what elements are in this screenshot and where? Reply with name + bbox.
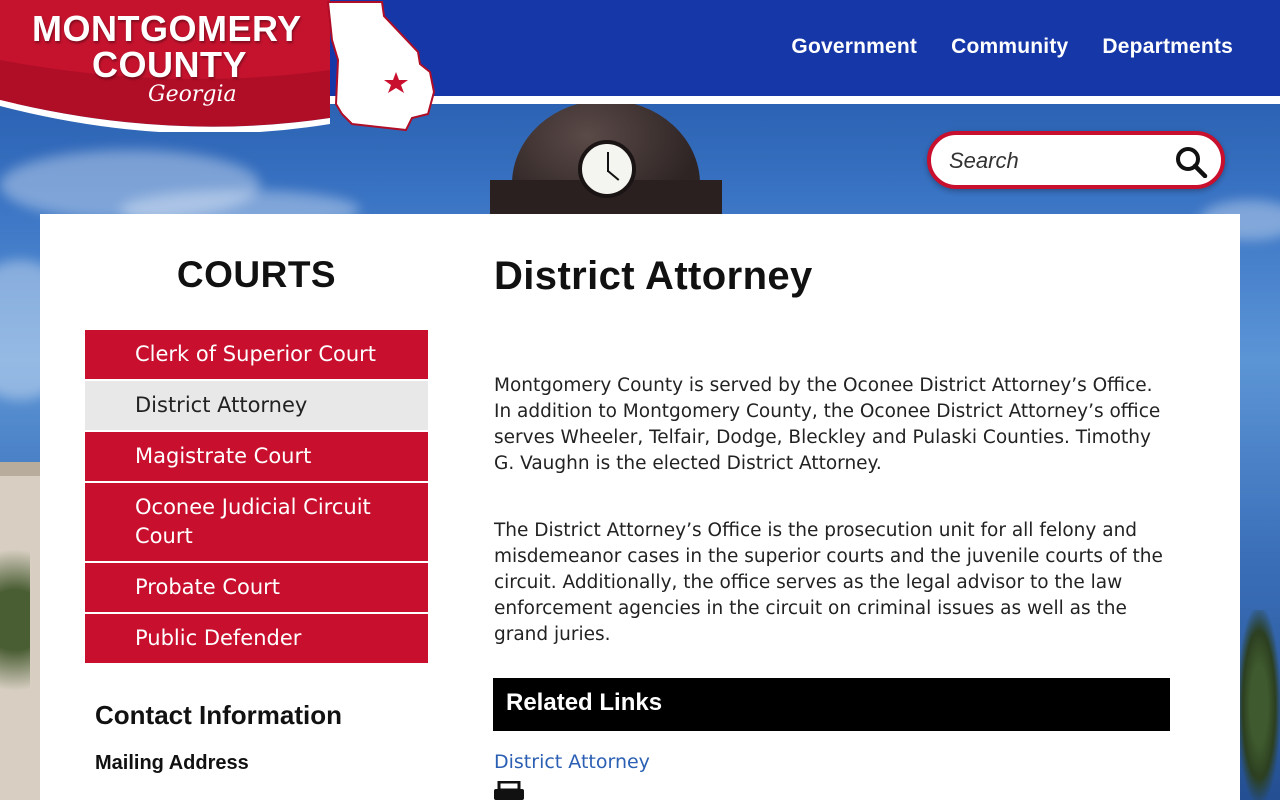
site-logo[interactable]: MONTGOMERY COUNTY Georgia: [0, 0, 440, 132]
tree-image: [1238, 610, 1280, 800]
sidebar-title: COURTS: [176, 254, 337, 295]
search-box: [927, 131, 1225, 189]
contact-heading: Contact Information: [95, 700, 342, 730]
related-links-heading: Related Links: [493, 678, 1170, 731]
nav-departments[interactable]: Departments: [1102, 35, 1233, 59]
clock-icon: [578, 140, 636, 198]
sidebar-item-clerk-of-superior-court[interactable]: Clerk of Superior Court: [85, 330, 428, 381]
intro-paragraph: Montgomery County is served by the Ocone…: [494, 375, 1161, 474]
sidebar-item-magistrate-court[interactable]: Magistrate Court: [85, 432, 428, 483]
related-link-district-attorney[interactable]: District Attorney: [494, 751, 650, 773]
logo-line3: Georgia: [148, 82, 237, 107]
sidebar-item-public-defender[interactable]: Public Defender: [85, 614, 428, 665]
nav-government[interactable]: Government: [791, 35, 917, 59]
mailing-address-heading: Mailing Address: [95, 752, 249, 774]
nav-community[interactable]: Community: [951, 35, 1068, 59]
sidebar-item-oconee-judicial-circuit-court[interactable]: Oconee Judicial Circuit Court: [85, 483, 428, 563]
main-nav: Government Community Departments: [791, 35, 1233, 59]
print-icon[interactable]: [493, 781, 525, 800]
courthouse-clock-tower: [490, 100, 722, 220]
description-paragraph: The District Attorney’s Office is the pr…: [494, 520, 1163, 645]
tree-image: [0, 520, 30, 720]
sidebar-nav: Clerk of Superior Court District Attorne…: [85, 330, 428, 665]
sidebar-item-district-attorney[interactable]: District Attorney: [85, 381, 428, 432]
page-title: District Attorney: [494, 254, 813, 298]
logo-line2: COUNTY: [92, 44, 247, 85]
sidebar-item-probate-court[interactable]: Probate Court: [85, 563, 428, 614]
search-input[interactable]: [949, 145, 1169, 177]
search-icon[interactable]: [1175, 146, 1209, 178]
